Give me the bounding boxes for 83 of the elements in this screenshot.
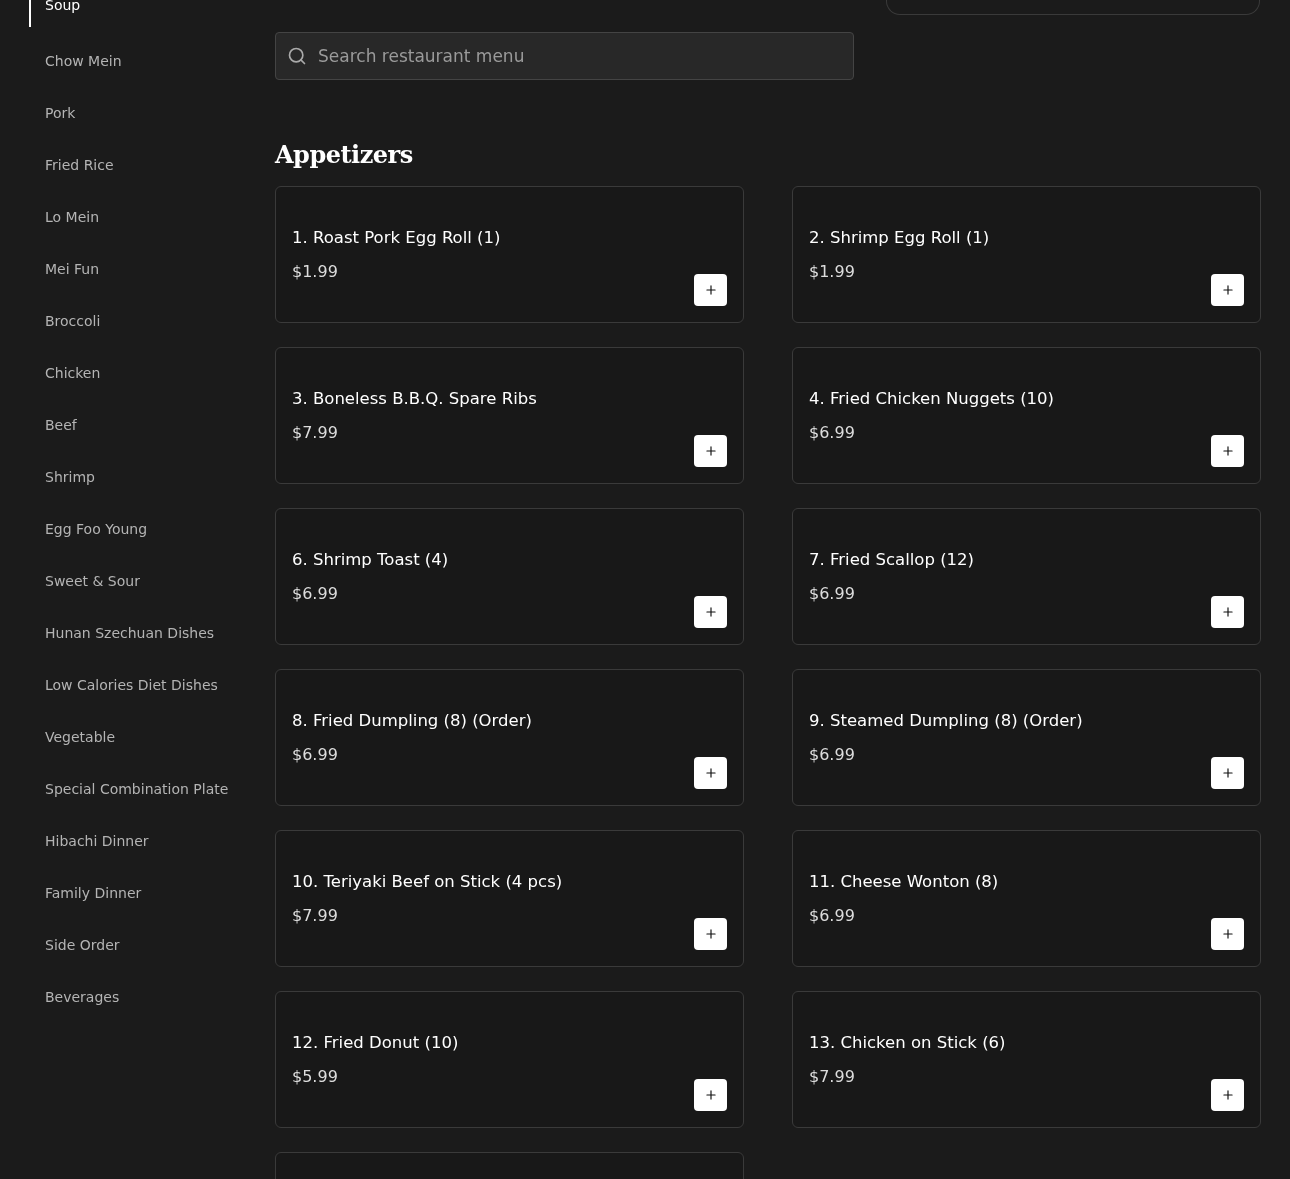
search-field[interactable]: Search restaurant menu (275, 32, 854, 80)
category-link[interactable]: Hunan Szechuan Dishes (29, 607, 275, 659)
item-price: $6.99 (292, 582, 339, 605)
item-name: 9. Steamed Dumpling (8) (Order) (809, 709, 1083, 732)
category-link[interactable]: Sweet & Sour (29, 555, 275, 607)
category-link[interactable]: Broccoli (29, 295, 275, 347)
item-name: 2. Shrimp Egg Roll (1) (809, 226, 990, 249)
plus-icon (703, 283, 718, 297)
plus-icon (703, 605, 718, 619)
category-link[interactable]: Low Calories Diet Dishes (29, 659, 275, 711)
menu-item-card[interactable]: 11. Cheese Wonton (8) $6.99 (792, 830, 1261, 967)
item-price: $1.99 (809, 260, 856, 283)
add-button[interactable] (694, 1079, 727, 1111)
item-price: $6.99 (292, 743, 339, 766)
add-button[interactable] (1211, 757, 1244, 789)
plus-icon (1220, 283, 1235, 297)
search-icon (287, 46, 307, 66)
category-link[interactable]: Beverages (29, 971, 275, 1023)
item-name: 12. Fried Donut (10) (292, 1031, 459, 1054)
plus-icon (703, 766, 718, 780)
category-link[interactable]: Shrimp (29, 451, 275, 503)
item-price: $7.99 (292, 421, 339, 444)
menu-item-card[interactable]: 7. Fried Scallop (12) $6.99 (792, 508, 1261, 645)
item-name: 7. Fried Scallop (12) (809, 548, 975, 571)
category-link[interactable]: Side Order (29, 919, 275, 971)
category-link[interactable]: Lo Mein (29, 191, 275, 243)
category-link[interactable]: Vegetable (29, 711, 275, 763)
category-link[interactable]: Egg Foo Young (29, 503, 275, 555)
section-heading: Appetizers (275, 140, 414, 170)
item-price: $6.99 (809, 582, 856, 605)
menu-item-card[interactable]: 8. Fried Dumpling (8) (Order) $6.99 (275, 669, 744, 806)
item-price: $6.99 (809, 904, 856, 927)
category-link[interactable]: Pork (29, 87, 275, 139)
add-button[interactable] (1211, 274, 1244, 306)
category-link[interactable]: Hibachi Dinner (29, 815, 275, 867)
plus-icon (703, 927, 718, 941)
item-price: $5.99 (292, 1065, 339, 1088)
category-link[interactable]: Special Combination Plate (29, 763, 275, 815)
menu-item-card[interactable]: 1. Roast Pork Egg Roll (1) $1.99 (275, 186, 744, 323)
category-link[interactable]: Chow Mein (29, 35, 275, 87)
item-name: 4. Fried Chicken Nuggets (10) (809, 387, 1055, 410)
menu-item-card[interactable]: 4. Fried Chicken Nuggets (10) $6.99 (792, 347, 1261, 484)
add-button[interactable] (694, 918, 727, 950)
plus-icon (1220, 927, 1235, 941)
menu-item-card[interactable]: 3. Boneless B.B.Q. Spare Ribs $7.99 (275, 347, 744, 484)
menu-item-card[interactable]: 13. Chicken on Stick (6) $7.99 (792, 991, 1261, 1128)
item-name: 6. Shrimp Toast (4) (292, 548, 449, 571)
item-name: 11. Cheese Wonton (8) (809, 870, 999, 893)
category-link[interactable]: Soup (29, 0, 275, 27)
add-button[interactable] (694, 596, 727, 628)
item-price: $1.99 (292, 260, 339, 283)
category-link[interactable]: Beef (29, 399, 275, 451)
item-price: $6.99 (809, 421, 856, 444)
add-button[interactable] (694, 757, 727, 789)
category-link[interactable]: Fried Rice (29, 139, 275, 191)
menu-item-card[interactable]: 9. Steamed Dumpling (8) (Order) $6.99 (792, 669, 1261, 806)
item-name: 8. Fried Dumpling (8) (Order) (292, 709, 532, 732)
add-button[interactable] (1211, 435, 1244, 467)
plus-icon (1220, 605, 1235, 619)
plus-icon (703, 444, 718, 458)
category-link[interactable]: Family Dinner (29, 867, 275, 919)
plus-icon (1220, 444, 1235, 458)
item-name: 10. Teriyaki Beef on Stick (4 pcs) (292, 870, 563, 893)
menu-item-card[interactable]: 12. Fried Donut (10) $5.99 (275, 991, 744, 1128)
add-button[interactable] (694, 274, 727, 306)
plus-icon (1220, 766, 1235, 780)
item-price: $7.99 (292, 904, 339, 927)
item-price: $7.99 (809, 1065, 856, 1088)
plus-icon (1220, 1088, 1235, 1102)
item-name: 1. Roast Pork Egg Roll (1) (292, 226, 501, 249)
item-price: $6.99 (809, 743, 856, 766)
plus-icon (703, 1088, 718, 1102)
menu-item-card[interactable]: 6. Shrimp Toast (4) $6.99 (275, 508, 744, 645)
item-name: 13. Chicken on Stick (6) (809, 1031, 1006, 1054)
category-link[interactable]: Mei Fun (29, 243, 275, 295)
menu-item-card[interactable]: 2. Shrimp Egg Roll (1) $1.99 (792, 186, 1261, 323)
add-button[interactable] (694, 435, 727, 467)
add-button[interactable] (1211, 596, 1244, 628)
menu-item-card[interactable]: 10. Teriyaki Beef on Stick (4 pcs) $7.99 (275, 830, 744, 967)
add-button[interactable] (1211, 918, 1244, 950)
item-name: 3. Boneless B.B.Q. Spare Ribs (292, 387, 537, 410)
add-button[interactable] (1211, 1079, 1244, 1111)
category-link[interactable]: Chicken (29, 347, 275, 399)
